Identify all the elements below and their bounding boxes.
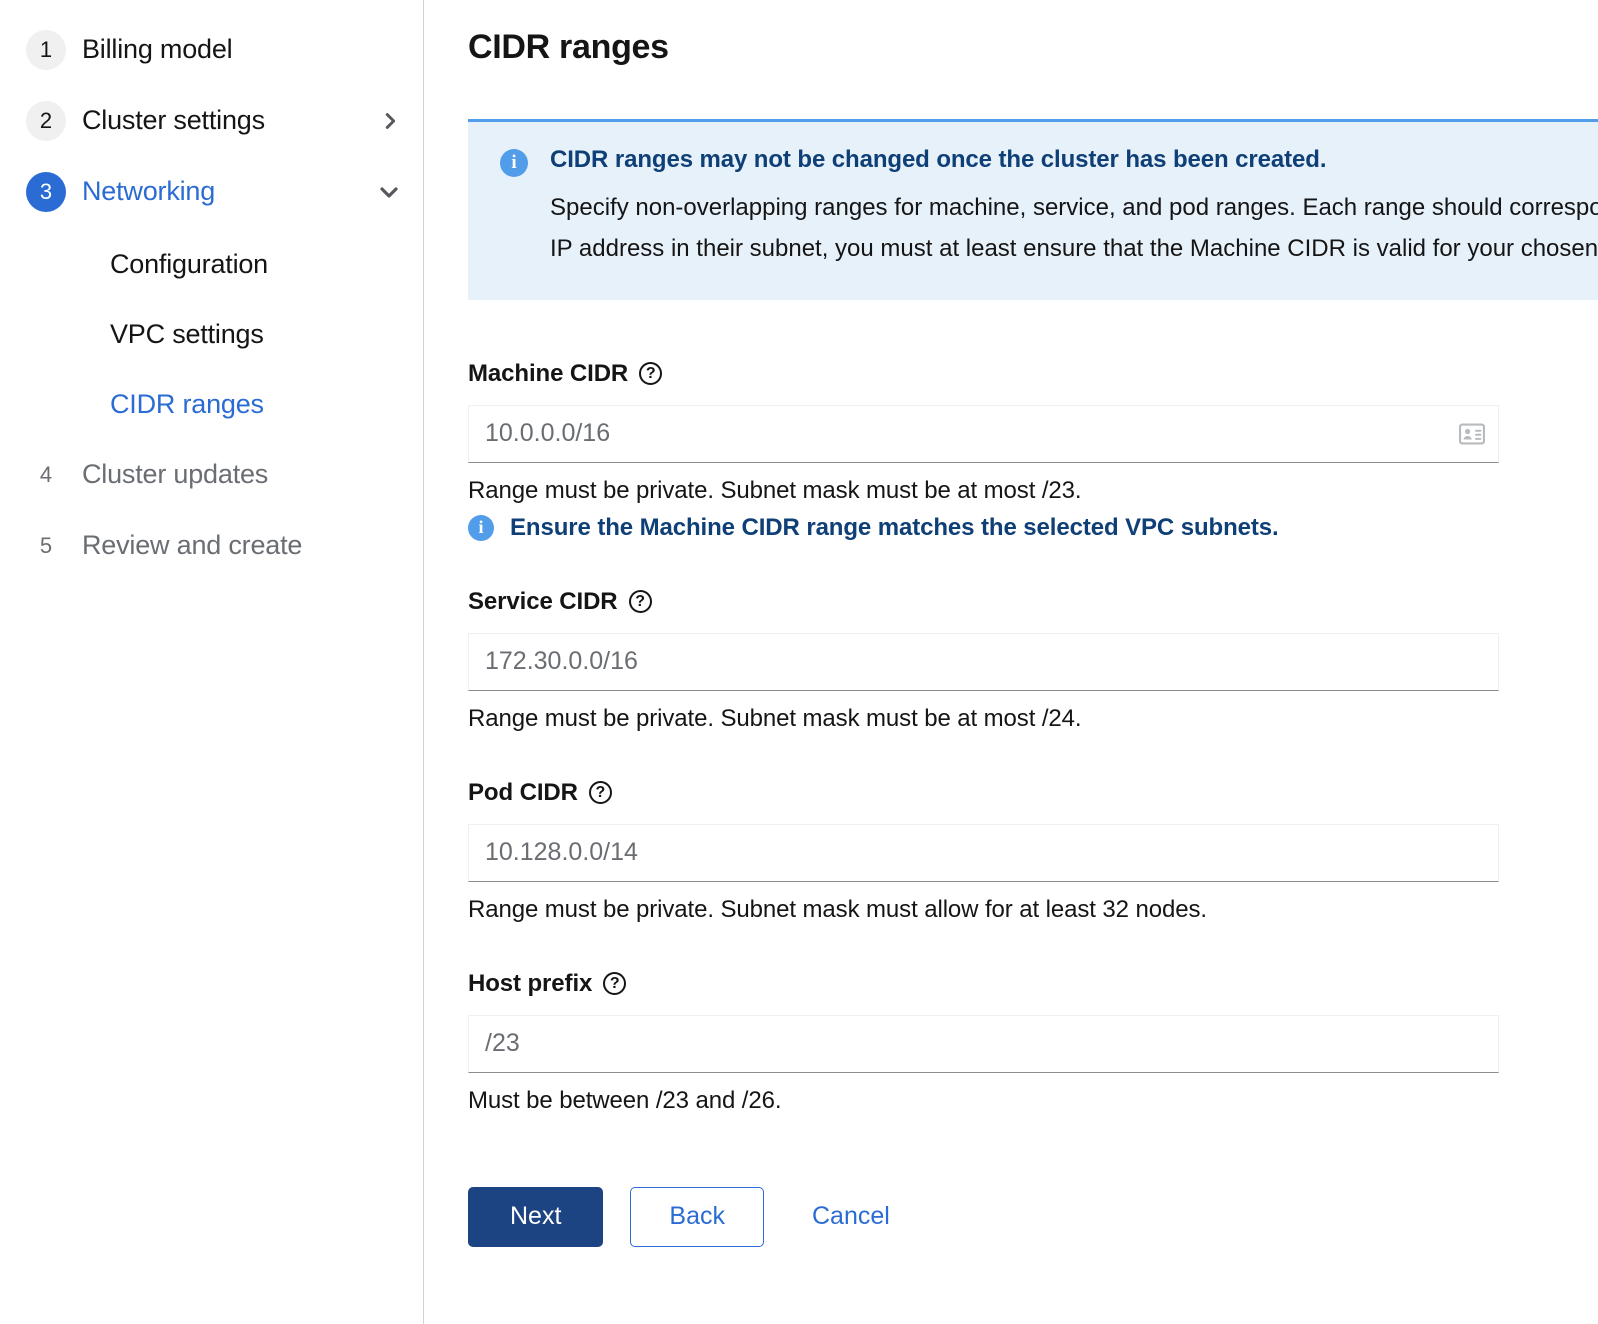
field-helper-text: Must be between /23 and /26. [468, 1087, 1598, 1115]
field-helper-text: Range must be private. Subnet mask must … [468, 705, 1598, 733]
host-prefix-input[interactable] [468, 1015, 1499, 1073]
alert-heading-row: i CIDR ranges may not be changed once th… [468, 146, 1598, 177]
substep-label: Configuration [110, 249, 268, 280]
pod-cidr-input-wrap [468, 824, 1499, 882]
machine-cidr-input[interactable] [468, 405, 1499, 463]
note-text: Ensure the Machine CIDR range matches th… [510, 514, 1279, 542]
service-cidr-input-wrap [468, 633, 1499, 691]
question-circle-icon[interactable]: ? [629, 590, 652, 613]
field-label-row: Machine CIDR ? [468, 360, 1598, 388]
step-label: Cluster updates [82, 459, 268, 490]
sidebar-item-cidr-ranges[interactable]: CIDR ranges [0, 369, 423, 439]
field-label-row: Service CIDR ? [468, 588, 1598, 616]
step-number-badge: 4 [26, 455, 66, 495]
page-title: CIDR ranges [468, 28, 1598, 67]
field-service-cidr: Service CIDR ? Range must be private. Su… [468, 588, 1598, 733]
field-helper-text: Range must be private. Subnet mask must … [468, 477, 1598, 505]
question-circle-icon[interactable]: ? [589, 781, 612, 804]
info-icon: i [468, 515, 494, 541]
field-label-row: Pod CIDR ? [468, 779, 1598, 807]
step-label: Review and create [82, 530, 302, 561]
networking-substeps: Configuration VPC settings CIDR ranges [0, 227, 423, 439]
step-label: Cluster settings [82, 105, 265, 136]
cancel-button[interactable]: Cancel [798, 1187, 904, 1247]
step-number-badge: 5 [26, 526, 66, 566]
sidebar-step-billing-model[interactable]: 1 Billing model [0, 14, 423, 85]
field-label-row: Host prefix ? [468, 970, 1598, 998]
field-pod-cidr: Pod CIDR ? Range must be private. Subnet… [468, 779, 1598, 924]
field-label: Machine CIDR [468, 360, 628, 388]
field-helper-text: Range must be private. Subnet mask must … [468, 896, 1598, 924]
wizard-steps-sidebar: 1 Billing model 2 Cluster settings 3 Net… [0, 0, 424, 1324]
sidebar-item-configuration[interactable]: Configuration [0, 229, 423, 299]
step-label: Billing model [82, 34, 232, 65]
wizard-actions: Next Back Cancel [468, 1187, 1598, 1287]
machine-cidr-note: i Ensure the Machine CIDR range matches … [468, 514, 1598, 542]
step-number-badge: 3 [26, 172, 66, 212]
sidebar-step-networking[interactable]: 3 Networking [0, 156, 423, 227]
chevron-right-icon[interactable] [379, 110, 401, 132]
field-label: Pod CIDR [468, 779, 578, 807]
cluster-create-wizard: 1 Billing model 2 Cluster settings 3 Net… [0, 0, 1598, 1324]
main-content: CIDR ranges i CIDR ranges may not be cha… [424, 0, 1598, 1324]
machine-cidr-input-wrap [468, 405, 1499, 463]
substep-label: VPC settings [110, 319, 264, 350]
field-machine-cidr: Machine CIDR ? Range must be private. [468, 360, 1598, 542]
sidebar-step-cluster-settings[interactable]: 2 Cluster settings [0, 85, 423, 156]
pod-cidr-input[interactable] [468, 824, 1499, 882]
chevron-down-icon[interactable] [377, 180, 401, 204]
info-alert: i CIDR ranges may not be changed once th… [468, 119, 1598, 300]
question-circle-icon[interactable]: ? [639, 362, 662, 385]
sidebar-item-vpc-settings[interactable]: VPC settings [0, 299, 423, 369]
sidebar-step-cluster-updates[interactable]: 4 Cluster updates [0, 439, 423, 510]
question-circle-icon[interactable]: ? [603, 972, 626, 995]
field-label: Host prefix [468, 970, 592, 998]
field-label: Service CIDR [468, 588, 618, 616]
field-host-prefix: Host prefix ? Must be between /23 and /2… [468, 970, 1598, 1115]
info-icon: i [500, 149, 528, 177]
next-button[interactable]: Next [468, 1187, 603, 1247]
alert-body: Specify non-overlapping ranges for machi… [468, 187, 1598, 270]
sidebar-step-review-and-create[interactable]: 5 Review and create [0, 510, 423, 581]
step-label: Networking [82, 176, 215, 207]
alert-title: CIDR ranges may not be changed once the … [550, 146, 1326, 175]
step-number-badge: 2 [26, 101, 66, 141]
substep-label: CIDR ranges [110, 389, 264, 420]
service-cidr-input[interactable] [468, 633, 1499, 691]
back-button[interactable]: Back [630, 1187, 764, 1247]
step-number-badge: 1 [26, 30, 66, 70]
host-prefix-input-wrap [468, 1015, 1499, 1073]
